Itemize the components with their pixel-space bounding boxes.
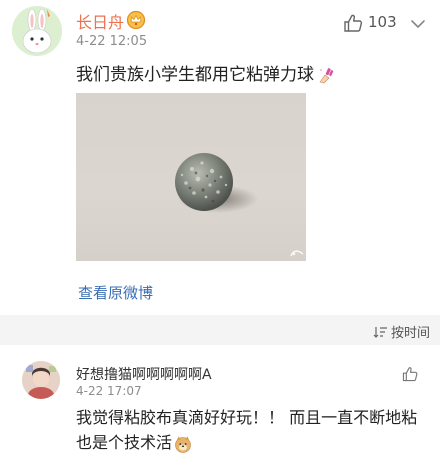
avatar[interactable] <box>12 6 62 56</box>
chevron-down-icon[interactable] <box>408 14 428 34</box>
watermark-icon <box>290 250 304 257</box>
doge-emoji-icon <box>175 436 191 453</box>
comment-text-content: 我们贵族小学生都用它粘弹力球 <box>76 65 314 85</box>
sort-bar: 按时间 <box>0 315 440 345</box>
reply-avatar[interactable] <box>22 361 60 399</box>
reply-time: 4-22 17:07 <box>76 384 142 398</box>
rabbit-avatar-icon <box>12 6 62 56</box>
reply-text: 我觉得粘胶布真滴好好玩！！ 而且一直不断地粘也是个技术活 <box>76 405 432 455</box>
reply-author-name[interactable]: 好想撸猫啊啊啊啊啊A <box>76 364 212 384</box>
user-photo-avatar-icon <box>22 361 60 399</box>
bouncy-ball-photo <box>175 153 258 213</box>
crown-badge-icon <box>126 10 146 29</box>
sort-by-time-button[interactable]: 按时间 <box>372 322 430 341</box>
like-count: 103 <box>368 13 397 31</box>
main-comment: 长日舟 4-22 12:05 103 我们贵族小学生都用它粘弹力球 查看原微博 <box>0 0 440 315</box>
sort-lines-icon <box>373 326 387 338</box>
thumbs-up-icon[interactable] <box>342 12 364 34</box>
sort-label: 按时间 <box>390 326 430 341</box>
author-name[interactable]: 长日舟 <box>76 9 124 33</box>
comment-text: 我们贵族小学生都用它粘弹力球 <box>76 60 334 85</box>
comment-photo[interactable] <box>76 93 306 261</box>
view-original-link[interactable]: 查看原微博 <box>78 282 153 303</box>
weibo-comment-page: 长日舟 4-22 12:05 103 我们贵族小学生都用它粘弹力球 查看原微博 … <box>0 0 440 460</box>
reply-comment: 好想撸猫啊啊啊啊啊A 4-22 17:07 我觉得粘胶布真滴好好玩！！ 而且一直… <box>0 345 440 460</box>
comment-time: 4-22 12:05 <box>76 34 148 49</box>
reply-text-content: 我觉得粘胶布真滴好好玩！！ 而且一直不断地粘也是个技术活 <box>76 408 418 452</box>
thumbs-up-icon[interactable] <box>401 365 419 383</box>
nail-polish-emoji-icon <box>319 68 334 84</box>
